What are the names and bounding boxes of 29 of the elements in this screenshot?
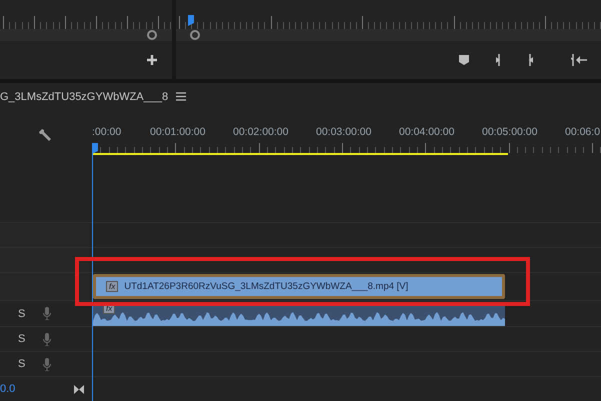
timecode-label: 00:03:00:00 [316, 126, 372, 138]
clip-name: UTd1AT26P3R60RzVuSG_3LMsZdTU35zGYWbWZA___8.mp4 [V] [124, 281, 408, 292]
timecode-label: 00:04:00:00 [399, 126, 456, 138]
sequence-title[interactable]: G_3LMsZdTU35zGYWbWZA___8 [0, 90, 168, 102]
wrench-icon[interactable] [38, 128, 52, 142]
scrub-bar[interactable] [0, 29, 172, 41]
fx-badge: fx [106, 281, 118, 292]
solo-toggle[interactable]: S [18, 358, 26, 370]
timecode-label: 00:01:00:00 [150, 126, 206, 138]
solo-toggle[interactable]: S [18, 333, 26, 345]
microphone-icon[interactable] [43, 358, 52, 370]
mark-in-icon[interactable] [496, 54, 501, 66]
solo-toggle[interactable]: S [18, 308, 26, 320]
volume-value[interactable]: 0.0 [0, 383, 16, 395]
menu-icon[interactable] [176, 92, 186, 101]
timecode-label: 00:05:00:00 [482, 126, 538, 138]
timecode-label: 00:06:0 [565, 126, 600, 138]
zoom-handle-icon[interactable] [189, 29, 201, 41]
go-to-in-icon[interactable] [571, 54, 587, 66]
bowtie-icon[interactable] [74, 384, 84, 394]
mark-out-icon[interactable] [528, 54, 533, 66]
microphone-icon[interactable] [43, 332, 52, 346]
timecode-label: 00:02:00:00 [233, 126, 290, 138]
microphone-icon[interactable] [43, 307, 52, 320]
video-clip[interactable]: fx UTd1AT26P3R60RzVuSG_3LMsZdTU35zGYWbWZA___8.mp4 [V] [93, 274, 505, 299]
add-icon[interactable] [146, 54, 158, 66]
timecode-label: :00:00 [92, 126, 122, 138]
marker-icon[interactable] [459, 55, 469, 65]
zoom-handle-icon[interactable] [146, 29, 158, 41]
